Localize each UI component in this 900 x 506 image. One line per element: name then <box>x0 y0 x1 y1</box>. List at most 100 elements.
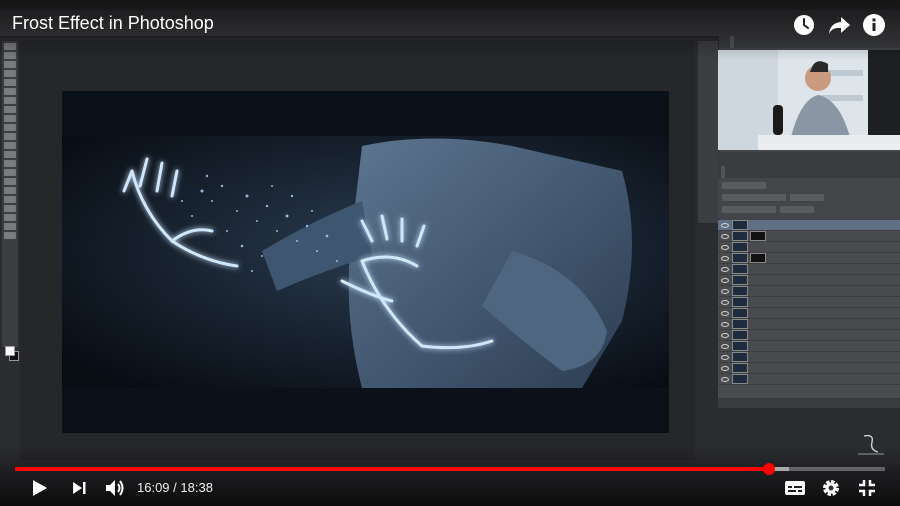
layer-thumbnail <box>732 275 748 285</box>
layer-thumbnail <box>732 341 748 351</box>
visibility-eye-icon <box>721 233 729 239</box>
visibility-eye-icon <box>721 321 729 327</box>
share-icon[interactable] <box>826 12 852 38</box>
lock-controls <box>722 205 776 213</box>
hand-tool-icon <box>4 214 16 221</box>
layer-row <box>718 352 900 363</box>
fill-field <box>780 205 814 213</box>
layers-tab <box>721 166 725 178</box>
layer-thumbnail <box>732 220 748 230</box>
layer-row <box>718 330 900 341</box>
layer-row <box>718 341 900 352</box>
clone-tool-icon <box>4 124 16 131</box>
quick-select-tool-icon <box>4 70 16 77</box>
visibility-eye-icon <box>721 288 729 294</box>
next-icon[interactable] <box>68 477 90 499</box>
photoshop-tools-panel <box>1 40 19 361</box>
blend-mode-select <box>722 193 786 201</box>
layer-thumbnail <box>732 231 748 241</box>
time-separator: / <box>169 480 181 495</box>
layer-row <box>718 253 900 264</box>
layer-row <box>718 264 900 275</box>
current-time: 16:09 <box>137 480 170 495</box>
layers-controls <box>718 178 900 218</box>
exit-fullscreen-icon[interactable] <box>856 477 878 499</box>
visibility-eye-icon <box>721 255 729 261</box>
progress-bar[interactable] <box>15 467 885 471</box>
layer-row <box>718 220 900 231</box>
crop-tool-icon <box>4 79 16 86</box>
info-icon[interactable] <box>861 12 887 38</box>
paths-tab <box>737 166 741 178</box>
layer-mask-thumbnail <box>750 231 766 241</box>
shape-tool-icon <box>4 205 16 212</box>
visibility-eye-icon <box>721 354 729 360</box>
layer-thumbnail <box>732 297 748 307</box>
channels-tab <box>729 166 733 178</box>
layer-thumbnail <box>732 264 748 274</box>
layer-row <box>718 231 900 242</box>
clock-icon[interactable] <box>791 12 817 38</box>
visibility-eye-icon <box>721 376 729 382</box>
layer-thumbnail <box>732 363 748 373</box>
gradient-tool-icon <box>4 151 16 158</box>
layer-thumbnail <box>732 352 748 362</box>
layer-mask-thumbnail <box>750 253 766 263</box>
frame-tool-icon <box>4 88 16 95</box>
layer-thumbnail <box>732 308 748 318</box>
visibility-eye-icon <box>721 299 729 305</box>
volume-icon[interactable] <box>103 477 125 499</box>
path-select-tool-icon <box>4 196 16 203</box>
photoshop-canvas-image <box>62 91 669 433</box>
zoom-tool-icon <box>4 223 16 230</box>
photoshop-side-icons <box>697 40 719 224</box>
layer-thumbnail <box>732 319 748 329</box>
visibility-eye-icon <box>721 343 729 349</box>
layer-row <box>718 319 900 330</box>
layers-list <box>718 220 900 398</box>
dodge-tool-icon <box>4 169 16 176</box>
visibility-eye-icon <box>721 365 729 371</box>
more-tools-icon <box>4 232 16 239</box>
frost-effect-artwork <box>62 136 669 388</box>
progress-scrubber-handle[interactable] <box>763 463 776 475</box>
type-tool-icon <box>4 187 16 194</box>
duration: 18:38 <box>180 480 213 495</box>
layers-footer-icons <box>718 398 900 408</box>
lasso-tool-icon <box>4 61 16 68</box>
layer-row <box>718 363 900 374</box>
visibility-eye-icon <box>721 266 729 272</box>
layer-row <box>718 297 900 308</box>
layer-row <box>718 374 900 385</box>
layer-row <box>718 242 900 253</box>
history-brush-icon <box>4 133 16 140</box>
subtitles-icon[interactable] <box>784 477 806 499</box>
pen-tool-icon <box>4 178 16 185</box>
layer-thumbnail <box>732 286 748 296</box>
gear-icon[interactable] <box>820 477 842 499</box>
progress-played <box>15 467 770 471</box>
visibility-eye-icon <box>721 222 729 228</box>
presenter-webcam <box>718 50 900 150</box>
video-title[interactable]: Frost Effect in Photoshop <box>12 13 214 34</box>
opacity-field <box>790 193 824 201</box>
play-icon[interactable] <box>28 477 50 499</box>
layer-row <box>718 286 900 297</box>
visibility-eye-icon <box>721 244 729 250</box>
photoshop-workspace <box>0 0 900 506</box>
layer-thumbnail <box>732 242 748 252</box>
controls-gradient <box>0 446 900 506</box>
layers-tab-bar <box>718 166 900 178</box>
time-display: 16:09 / 18:38 <box>137 480 213 495</box>
layer-row <box>718 308 900 319</box>
layer-thumbnail <box>732 374 748 384</box>
visibility-eye-icon <box>721 332 729 338</box>
visibility-eye-icon <box>721 310 729 316</box>
eraser-tool-icon <box>4 142 16 149</box>
eyedropper-tool-icon <box>4 97 16 104</box>
visibility-eye-icon <box>721 277 729 283</box>
layer-thumbnail <box>732 253 748 263</box>
layer-row <box>718 275 900 286</box>
brush-tool-icon <box>4 115 16 122</box>
layer-thumbnail <box>732 330 748 340</box>
